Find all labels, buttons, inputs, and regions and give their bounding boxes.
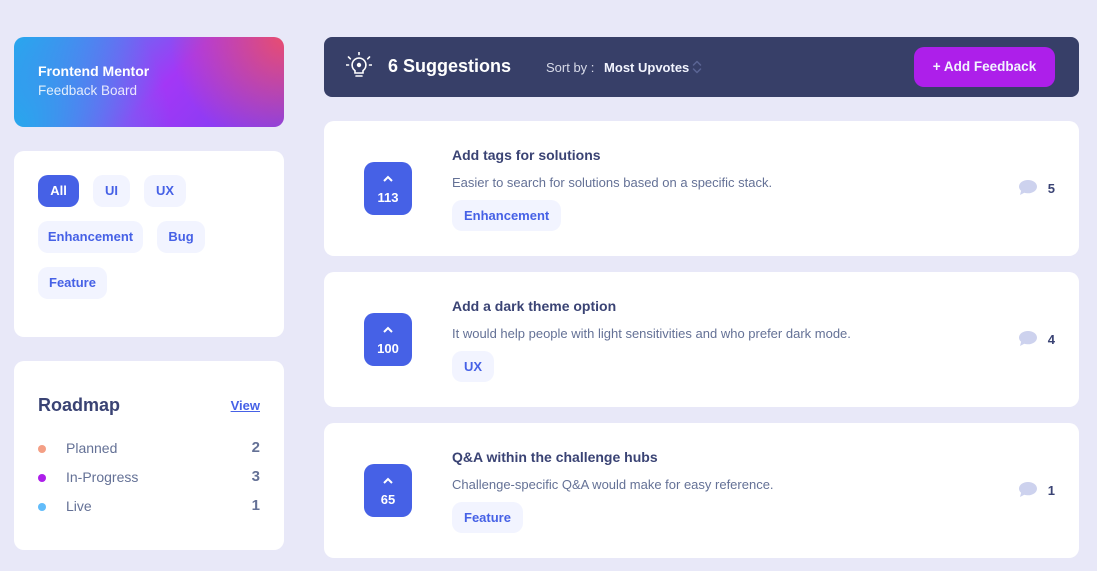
add-feedback-button[interactable]: + Add Feedback <box>914 47 1055 87</box>
roadmap-item-live: Live 1 <box>38 497 260 517</box>
feedback-description: Challenge-specific Q&A would make for ea… <box>452 477 774 492</box>
feedback-tag: UX <box>452 351 495 382</box>
upvote-count: 113 <box>377 190 399 205</box>
brand-title: Frontend Mentor <box>38 63 150 79</box>
roadmap-item-label: Live <box>66 498 92 514</box>
upvote-button[interactable]: 100 <box>364 313 412 366</box>
roadmap-item-count: 1 <box>251 497 260 514</box>
brand-card: Frontend Mentor Feedback Board <box>14 37 284 127</box>
filter-chip-ux[interactable]: UX <box>144 175 186 207</box>
upvote-count: 100 <box>377 341 399 356</box>
roadmap-item-count: 2 <box>251 439 260 456</box>
comment-count: 1 <box>1047 483 1055 498</box>
suggestions-count: 6 Suggestions <box>388 56 512 76</box>
filter-chip-ui[interactable]: UI <box>93 175 130 207</box>
roadmap-view-link[interactable]: View <box>231 398 260 413</box>
filter-chip-feature[interactable]: Feature <box>38 267 107 299</box>
roadmap-title: Roadmap <box>38 395 121 415</box>
upvote-button[interactable]: 113 <box>364 162 412 215</box>
feedback-card[interactable]: 65 Q&A within the challenge hubs Challen… <box>324 423 1079 558</box>
feedback-card[interactable]: 113 Add tags for solutions Easier to sea… <box>324 121 1079 256</box>
feedback-title[interactable]: Add tags for solutions <box>452 147 601 163</box>
comment-bubble-icon <box>1019 331 1037 346</box>
feedback-tag: Feature <box>452 502 523 533</box>
filter-chip-all[interactable]: All <box>38 175 79 207</box>
filter-chip-enhancement[interactable]: Enhancement <box>38 221 143 253</box>
roadmap-card: Roadmap View Planned 2 In-Progress 3 Liv… <box>14 361 284 550</box>
upvote-count: 65 <box>380 492 396 507</box>
roadmap-item-planned: Planned 2 <box>38 439 260 459</box>
roadmap-item-label: In-Progress <box>66 469 139 485</box>
feedback-description: It would help people with light sensitiv… <box>452 326 851 341</box>
status-dot <box>38 445 46 453</box>
roadmap-item-in-progress: In-Progress 3 <box>38 468 260 488</box>
comment-count: 4 <box>1047 332 1055 347</box>
sort-value[interactable]: Most Upvotes <box>604 60 689 75</box>
lightbulb-icon <box>346 52 372 77</box>
comment-count: 5 <box>1047 181 1055 196</box>
comment-bubble-icon <box>1019 482 1037 497</box>
chevron-up-icon <box>383 326 393 333</box>
category-filters: All UI UX Enhancement Bug Feature <box>14 151 284 337</box>
status-dot <box>38 474 46 482</box>
sort-label: Sort by : <box>546 60 595 75</box>
filter-chip-bug[interactable]: Bug <box>157 221 205 253</box>
upvote-button[interactable]: 65 <box>364 464 412 517</box>
roadmap-item-count: 3 <box>251 468 260 485</box>
status-dot <box>38 503 46 511</box>
brand-subtitle: Feedback Board <box>38 83 138 98</box>
feedback-title[interactable]: Add a dark theme option <box>452 298 616 314</box>
feedback-title[interactable]: Q&A within the challenge hubs <box>452 449 658 465</box>
sort-chevron-icon[interactable] <box>692 59 702 75</box>
feedback-card[interactable]: 100 Add a dark theme option It would hel… <box>324 272 1079 407</box>
suggestions-toolbar: 6 Suggestions Sort by : Most Upvotes + A… <box>324 37 1079 97</box>
sort-dropdown[interactable]: Sort by : Most Upvotes <box>546 60 689 75</box>
roadmap-item-label: Planned <box>66 440 118 456</box>
chevron-up-icon <box>383 175 393 182</box>
chevron-up-icon <box>383 477 393 484</box>
feedback-tag: Enhancement <box>452 200 562 231</box>
comment-bubble-icon <box>1019 180 1037 195</box>
feedback-description: Easier to search for solutions based on … <box>452 175 773 190</box>
